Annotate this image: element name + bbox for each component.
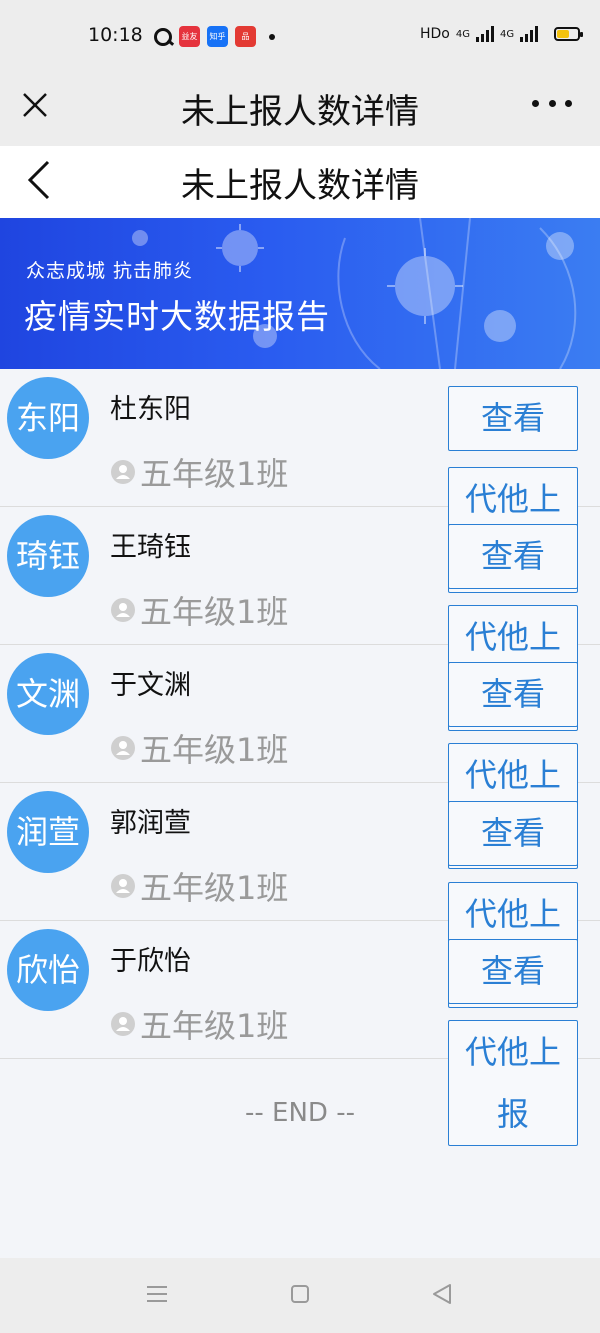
student-class: 五年级1班: [110, 449, 288, 495]
home-icon[interactable]: [290, 1284, 310, 1304]
list-end-marker: -- END --: [245, 1098, 355, 1128]
red-app-2-icon: 品: [235, 26, 256, 47]
view-button[interactable]: 查看: [448, 524, 578, 589]
class-label: 五年级1班: [140, 593, 289, 631]
avatar: 欣怡: [7, 929, 89, 1011]
signal-icon-2: [520, 26, 539, 42]
page-title: 未上报人数详情: [181, 166, 419, 206]
student-name: 于文渊: [110, 670, 191, 701]
network-label-2: 4G: [500, 28, 515, 40]
zhihu-icon: 知乎: [207, 26, 228, 47]
avatar: 文渊: [7, 653, 89, 735]
battery-level: [557, 30, 570, 38]
menu-icon[interactable]: [146, 1284, 168, 1304]
student-name: 杜东阳: [110, 394, 191, 425]
group-icon: [111, 460, 135, 484]
group-icon: [111, 1012, 135, 1036]
class-label: 五年级1班: [140, 731, 289, 769]
class-label: 五年级1班: [140, 869, 289, 907]
banner: 众志成城 抗击肺炎 疫情实时大数据报告: [0, 218, 600, 369]
more-icon[interactable]: [532, 100, 572, 110]
group-icon: [111, 736, 135, 760]
banner-subtitle: 众志成城 抗击肺炎: [26, 260, 194, 282]
system-nav-bar: [0, 1258, 600, 1333]
signal-icon: [476, 26, 494, 42]
group-icon: [111, 874, 135, 898]
avatar: 东阳: [7, 377, 89, 459]
view-button[interactable]: 查看: [448, 939, 578, 1004]
battery-icon: [554, 27, 584, 41]
avatar: 琦钰: [7, 515, 89, 597]
status-indicators: HDo 4G 4G: [420, 26, 584, 42]
student-name: 王琦钰: [110, 532, 191, 563]
app-title: 未上报人数详情: [181, 92, 419, 132]
qq-browser-icon: [154, 27, 172, 46]
page-header: 未上报人数详情: [0, 146, 600, 218]
class-label: 五年级1班: [140, 455, 289, 493]
red-app-icon: 益友: [179, 26, 200, 47]
status-time: 10:18: [88, 24, 143, 46]
back-triangle-icon[interactable]: [430, 1282, 454, 1306]
student-class: 五年级1班: [110, 725, 288, 771]
student-name: 郭润萱: [110, 808, 191, 839]
class-label: 五年级1班: [140, 1007, 289, 1045]
status-bar: 10:18 益友 知乎 品 HDo 4G 4G: [0, 0, 600, 74]
avatar: 润萱: [7, 791, 89, 873]
student-class: 五年级1班: [110, 1001, 288, 1047]
notification-dot-icon: [269, 33, 275, 40]
hd-indicator: HDo: [420, 26, 450, 42]
view-button[interactable]: 查看: [448, 386, 578, 451]
status-app-icons: 益友 知乎 品: [154, 26, 275, 47]
student-class: 五年级1班: [110, 863, 288, 909]
app-top-bar: 未上报人数详情: [0, 74, 600, 146]
student-class: 五年级1班: [110, 587, 288, 633]
banner-title: 疫情实时大数据报告: [24, 297, 330, 336]
network-label-1: 4G: [455, 28, 470, 40]
view-button[interactable]: 查看: [448, 801, 578, 866]
view-button[interactable]: 查看: [448, 662, 578, 727]
student-name: 于欣怡: [110, 946, 191, 977]
group-icon: [111, 598, 135, 622]
